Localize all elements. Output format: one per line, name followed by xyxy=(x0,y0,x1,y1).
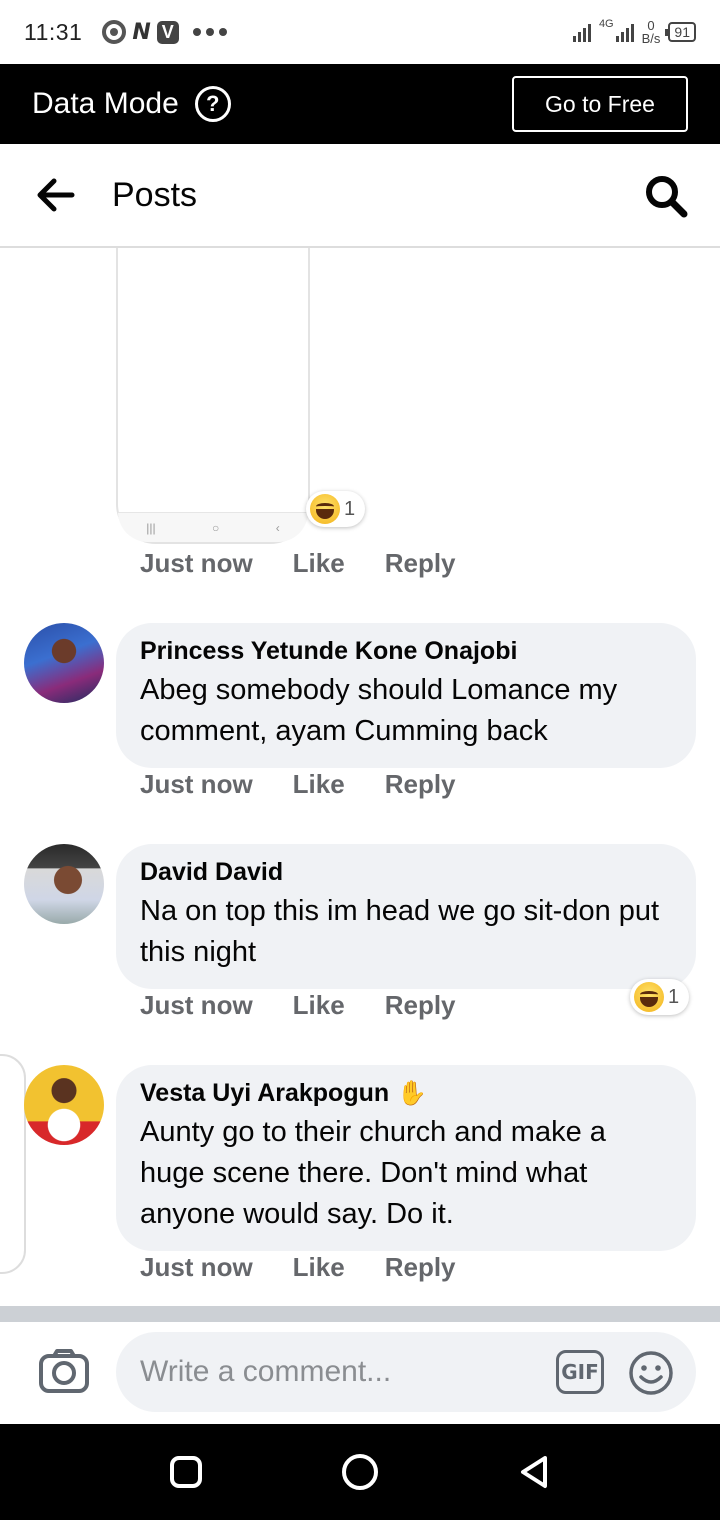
page-title: Posts xyxy=(112,175,198,214)
reaction-summary[interactable]: 1 xyxy=(306,491,366,527)
like-button[interactable]: Like xyxy=(293,990,345,1021)
more-notifications-icon xyxy=(192,28,227,36)
like-button[interactable]: Like xyxy=(293,548,345,579)
go-to-free-button[interactable]: Go to Free xyxy=(512,76,688,132)
comment-actions: Just now Like Reply xyxy=(140,769,456,800)
system-status: 4G 0 B/s 91 xyxy=(572,18,696,45)
comment-author[interactable]: David David xyxy=(140,858,672,887)
comment-text: Abeg somebody should Lomance my comment,… xyxy=(140,674,618,747)
data-mode-bar: Data Mode ? Go to Free xyxy=(0,64,720,144)
attachment-nav-bar: ||| ○ ‹ xyxy=(118,512,308,542)
camera-icon[interactable] xyxy=(38,1348,90,1394)
comment-actions: Just now Like Reply xyxy=(140,990,456,1021)
home-button-icon[interactable] xyxy=(338,1450,382,1494)
battery-icon: 91 xyxy=(665,22,696,42)
like-button[interactable]: Like xyxy=(293,769,345,800)
like-button[interactable]: Like xyxy=(293,1252,345,1283)
back-arrow-icon[interactable] xyxy=(36,178,76,212)
comment-author[interactable]: Vesta Uyi Arakpogun xyxy=(140,1079,389,1108)
speed-unit: B/s xyxy=(641,31,661,46)
status-bar: 11:31 N V 4G 0 B/s 91 xyxy=(0,0,720,64)
comment-image-attachment[interactable]: ||| ○ ‹ xyxy=(116,248,310,544)
search-icon[interactable] xyxy=(644,174,688,218)
status-time: 11:31 xyxy=(24,18,83,45)
comment-composer: GIF xyxy=(0,1322,720,1424)
signal-icon-2 xyxy=(615,22,634,42)
v-app-icon: V xyxy=(156,20,179,44)
reaction-count: 1 xyxy=(668,985,680,1008)
page-header: Posts xyxy=(0,144,720,248)
comment-time[interactable]: Just now xyxy=(140,769,253,800)
comment-text: Na on top this im head we go sit-don put… xyxy=(140,895,660,968)
laughing-emoji-icon xyxy=(634,982,664,1012)
back-button-icon[interactable] xyxy=(512,1450,556,1494)
notification-icons: N V xyxy=(102,19,227,45)
network-speed: 0 B/s xyxy=(642,19,661,45)
comment-bubble[interactable]: Princess Yetunde Kone Onajobi Abeg someb… xyxy=(116,623,696,768)
comment-input[interactable] xyxy=(116,1332,696,1412)
comment-actions: Just now Like Reply xyxy=(140,548,456,579)
gif-button[interactable]: GIF xyxy=(556,1350,604,1394)
wave-hand-icon: ✋ xyxy=(397,1080,428,1107)
comments-list[interactable]: ||| ○ ‹ 1 Just now Like Reply Princess Y… xyxy=(0,248,720,1306)
signal-icon xyxy=(572,22,591,42)
reaction-count: 1 xyxy=(344,497,356,520)
comment-time[interactable]: Just now xyxy=(140,548,253,579)
recents-icon: ||| xyxy=(146,520,156,535)
avatar[interactable] xyxy=(24,844,104,924)
back-icon: ‹ xyxy=(275,520,280,535)
composer-divider xyxy=(0,1306,720,1322)
comment-author-row: Vesta Uyi Arakpogun ✋ xyxy=(140,1079,672,1108)
comment-time[interactable]: Just now xyxy=(140,1252,253,1283)
comment-bubble[interactable]: David David Na on top this im head we go… xyxy=(116,844,696,989)
comment-author[interactable]: Princess Yetunde Kone Onajobi xyxy=(140,637,672,666)
chrome-icon xyxy=(102,20,127,44)
comment-bubble[interactable]: Vesta Uyi Arakpogun ✋ Aunty go to their … xyxy=(116,1065,696,1251)
home-icon: ○ xyxy=(212,520,220,535)
reply-button[interactable]: Reply xyxy=(385,1252,456,1283)
avatar[interactable] xyxy=(24,1065,104,1145)
system-nav-bar xyxy=(0,1424,720,1520)
comment-text: Aunty go to their church and make a huge… xyxy=(140,1116,606,1230)
data-mode-title: Data Mode xyxy=(32,87,179,120)
comment-actions: Just now Like Reply xyxy=(140,1252,456,1283)
recents-button-icon[interactable] xyxy=(164,1450,208,1494)
nairaland-icon: N xyxy=(132,19,151,45)
help-icon[interactable]: ? xyxy=(194,86,231,122)
reaction-summary[interactable]: 1 xyxy=(630,979,690,1015)
avatar[interactable] xyxy=(24,623,104,703)
reply-button[interactable]: Reply xyxy=(385,769,456,800)
side-card-edge xyxy=(0,1054,26,1274)
reply-button[interactable]: Reply xyxy=(385,990,456,1021)
network-type: 4G xyxy=(598,18,614,30)
comment-time[interactable]: Just now xyxy=(140,990,253,1021)
laughing-emoji-icon xyxy=(310,494,340,524)
reply-button[interactable]: Reply xyxy=(385,548,456,579)
smiley-icon[interactable] xyxy=(628,1350,674,1396)
